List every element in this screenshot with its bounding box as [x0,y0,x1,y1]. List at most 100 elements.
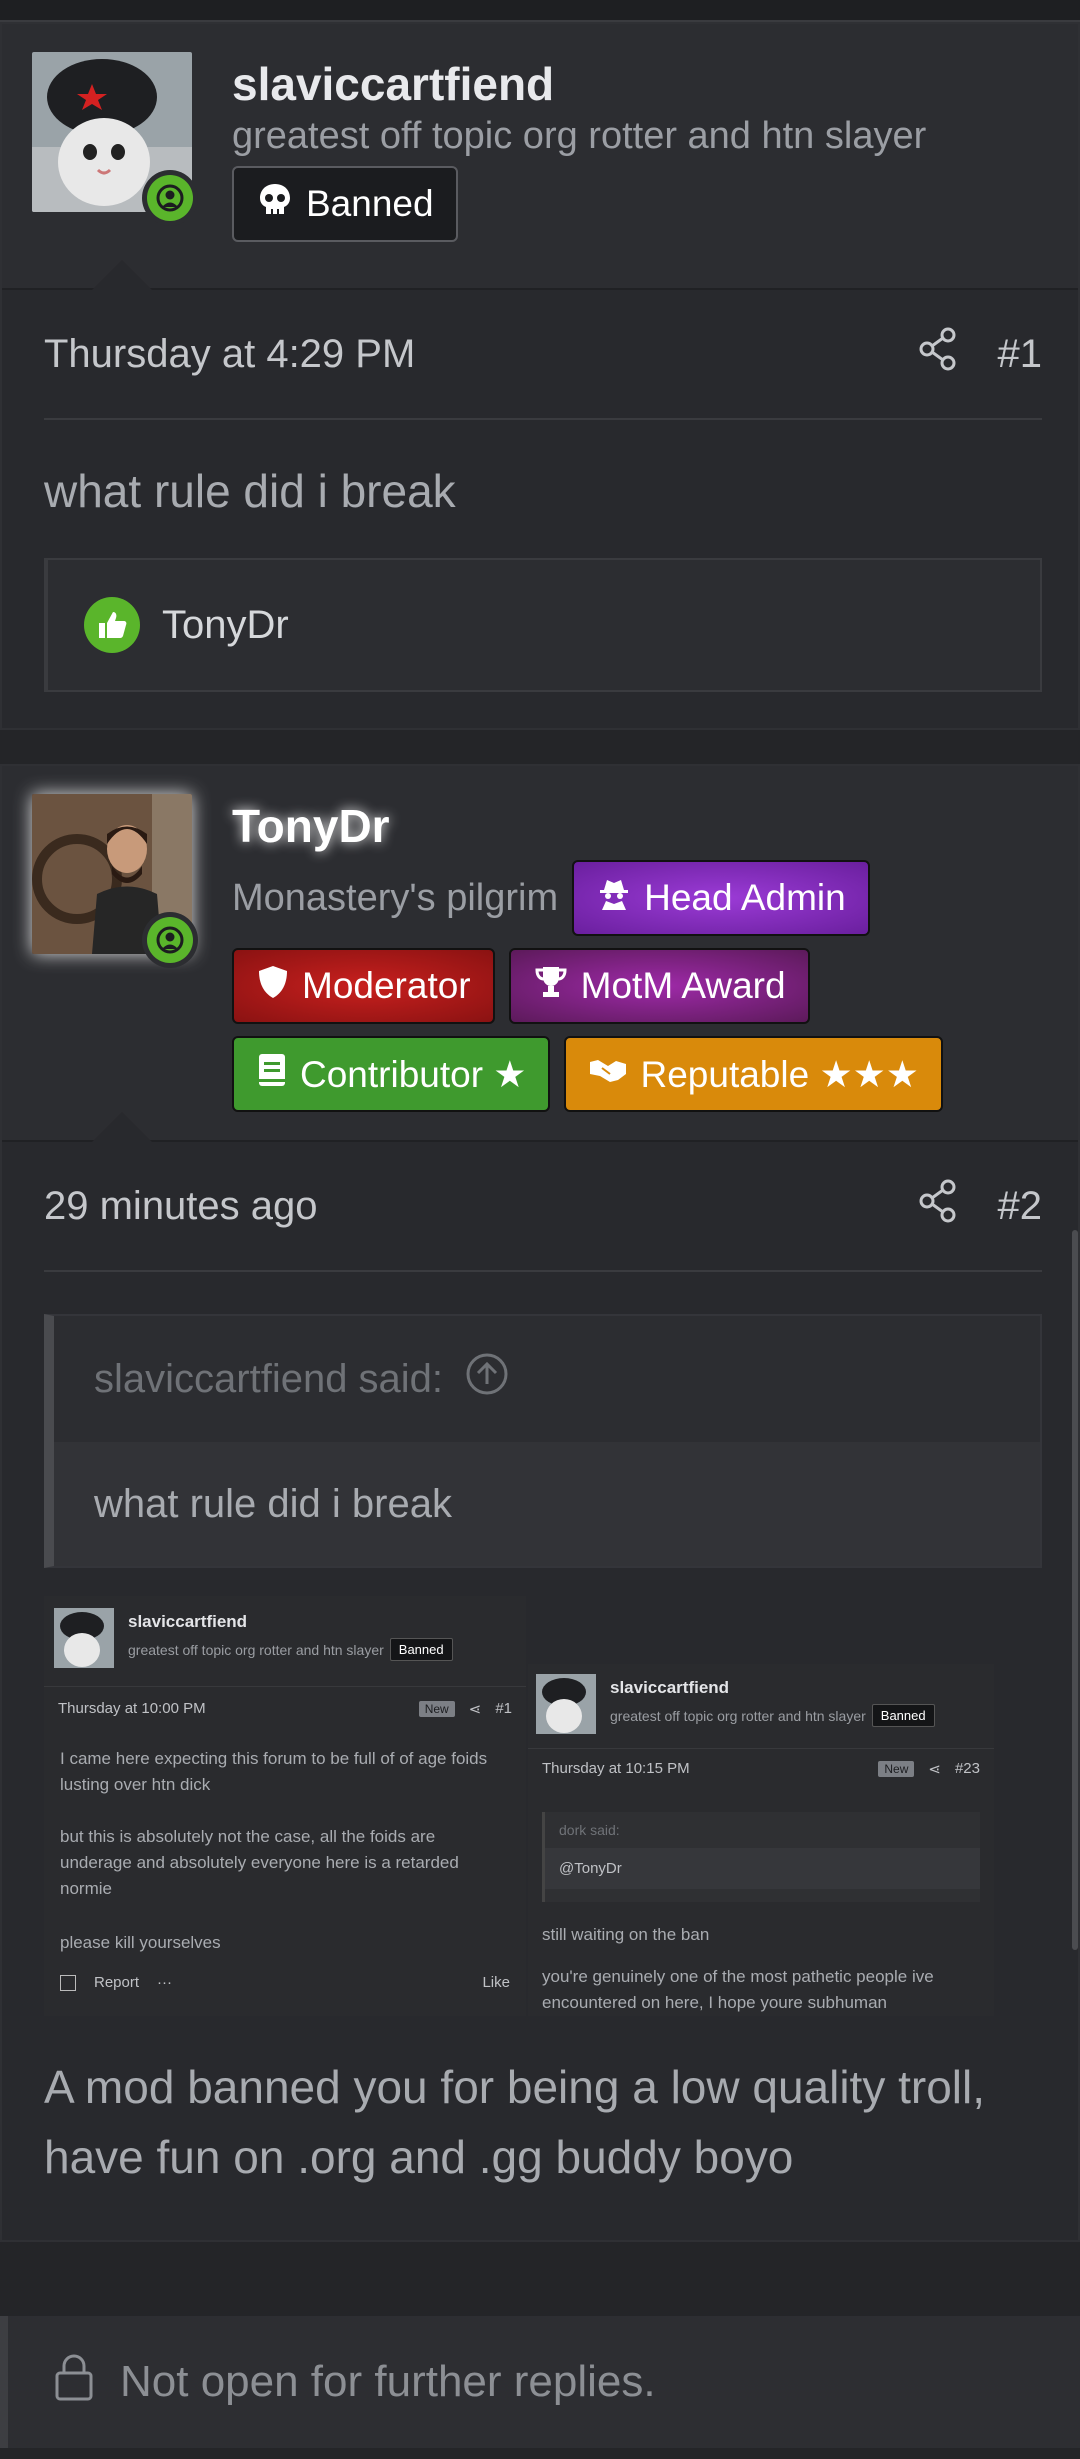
screenshot-avatar [54,1608,114,1668]
screenshot-2: slaviccartfiend greatest off topic org r… [528,1664,994,2016]
thread-locked-notice: Not open for further replies. [0,2316,1080,2448]
user-icon [147,917,193,963]
screenshot-number: #23 [954,1760,980,1777]
motm-banner: MotM Award [508,948,810,1024]
post-1: slaviccartfiend greatest off topic org r… [0,22,1080,730]
reputable-banner: Reputable ★★★ [564,1036,943,1112]
screenshot-text-2: but this is absolutely not the case, all… [60,1827,459,1898]
screenshot-date: Thursday at 10:15 PM [542,1760,690,1777]
post-gap [0,730,1080,764]
screenshot-title-row: greatest off topic org rotter and htn sl… [128,1638,453,1661]
moderator-label: Moderator [302,965,471,1006]
post-date[interactable]: 29 minutes ago [44,1184,318,1229]
screenshot-footer: Report ··· Like [60,1974,510,1991]
avatar[interactable] [32,52,198,226]
screenshot-new-badge: New [878,1760,915,1777]
screenshot-meta: Thursday at 10:15 PM New ⋖ #23 [528,1748,994,1788]
screenshot-username: slaviccartfiend [610,1678,730,1697]
screenshot-date: Thursday at 10:00 PM [58,1700,206,1717]
motm-label: MotM Award [580,965,786,1006]
screenshot-checkbox [60,1974,76,1991]
post-message: what rule did i break [44,465,456,517]
screenshot-user-title: greatest off topic org rotter and htn sl… [610,1707,866,1724]
screenshot-quote-author: dork said: [559,1822,620,1838]
spy-icon [596,876,632,921]
screenshot-like: Like [482,1974,510,1991]
screenshot-number: #1 [495,1700,512,1717]
contributor-banner: Contributor ★ [232,1036,551,1112]
screenshot-new-badge: New [418,1700,455,1717]
avatar[interactable] [32,794,198,968]
quote-block: slaviccartfiend said: what rule did i br… [44,1314,1042,1568]
screenshot-1: slaviccartfiend greatest off topic org r… [44,1596,526,2016]
user-block: TonyDr Monastery's pilgrim Head Admin Mo… [2,766,1078,1142]
user-banners: Monastery's pilgrim Head Admin Moderator… [232,860,1078,1112]
quote-author[interactable]: slaviccartfiend said: [94,1357,443,1402]
shield-icon [256,964,290,1009]
screenshot-more: ··· [157,1974,173,1991]
screenshot-text-3: please kill yourselves [60,1933,221,1952]
post-meta: 29 minutes ago #2 [44,1142,1042,1272]
screenshot-user: slaviccartfiend greatest off topic org r… [536,1674,935,1734]
screenshot-share-icon: ⋖ [468,1700,482,1718]
post-message: A mod banned you for being a low quality… [44,2061,986,2183]
share-icon[interactable] [918,327,958,381]
screenshot-avatar [536,1674,596,1734]
screenshot-title-row: greatest off topic org rotter and htn sl… [610,1704,935,1727]
screenshot-user-title: greatest off topic org rotter and htn sl… [128,1641,384,1658]
screenshot-text-2: you're genuinely one of the most patheti… [542,1967,934,2012]
banned-banner: Banned [232,166,458,242]
post-date[interactable]: Thursday at 4:29 PM [44,332,415,377]
user-banners: Banned [232,166,1078,242]
screenshot-share-icon: ⋖ [928,1760,941,1778]
screenshot-username: slaviccartfiend [128,1612,248,1631]
post-body: Thursday at 4:29 PM #1 what rule did i b… [2,290,1078,692]
top-strip [0,0,1080,22]
book-icon [256,1052,288,1097]
thumbs-up-icon [84,597,140,653]
screenshot-text-1: I came here expecting this forum to be f… [60,1749,488,1794]
embedded-screenshots: slaviccartfiend greatest off topic org r… [44,1596,1042,2016]
user-block: slaviccartfiend greatest off topic org r… [2,24,1078,290]
user-arrow [92,260,152,290]
contributor-label: Contributor ★ [300,1053,527,1095]
lock-icon [54,2353,94,2412]
banned-label: Banned [306,183,434,224]
head-admin-banner: Head Admin [572,860,870,936]
head-admin-label: Head Admin [644,877,846,918]
scrollbar[interactable] [1072,1230,1078,1950]
post-number[interactable]: #2 [998,1184,1043,1229]
screenshot-quote: dork said: @TonyDr [542,1812,980,1902]
post-2: TonyDr Monastery's pilgrim Head Admin Mo… [0,764,1080,2242]
skull-icon [256,181,294,228]
arrow-up-circle-icon[interactable] [465,1352,509,1406]
user-title: Monastery's pilgrim [232,877,559,919]
quote-text: what rule did i break [54,1442,1040,1566]
username[interactable]: TonyDr [232,798,1078,854]
user-arrow [92,1112,152,1142]
screenshot-banned-banner: Banned [871,1704,935,1727]
screenshot-report: Report [94,1974,140,1991]
user-icon [147,175,193,221]
screenshot-meta: Thursday at 10:00 PM New ⋖ #1 [44,1686,526,1730]
trophy-icon [533,964,569,1009]
reputable-label: Reputable ★★★ [640,1053,919,1095]
post-number[interactable]: #1 [998,332,1043,377]
user-title: greatest off topic org rotter and htn sl… [232,115,927,157]
username[interactable]: slaviccartfiend [232,56,1078,112]
quote-header[interactable]: slaviccartfiend said: [54,1316,1040,1442]
screenshot-banned-banner: Banned [389,1638,453,1661]
post-meta: Thursday at 4:29 PM #1 [44,290,1042,420]
moderator-banner: Moderator [232,948,495,1024]
share-icon[interactable] [918,1179,958,1233]
handshake-icon [588,1053,628,1095]
screenshot-text-1: still waiting on the ban [542,1925,710,1944]
online-badge [142,170,198,226]
reaction-user[interactable]: TonyDr [162,603,289,648]
post-body: 29 minutes ago #2 slaviccartfiend said: … [2,1142,1078,2240]
screenshot-user: slaviccartfiend greatest off topic org r… [54,1608,453,1668]
locked-label: Not open for further replies. [120,2357,656,2406]
online-badge [142,912,198,968]
screenshot-quote-text: @TonyDr [545,1848,980,1889]
reactions-bar[interactable]: TonyDr [44,558,1042,692]
